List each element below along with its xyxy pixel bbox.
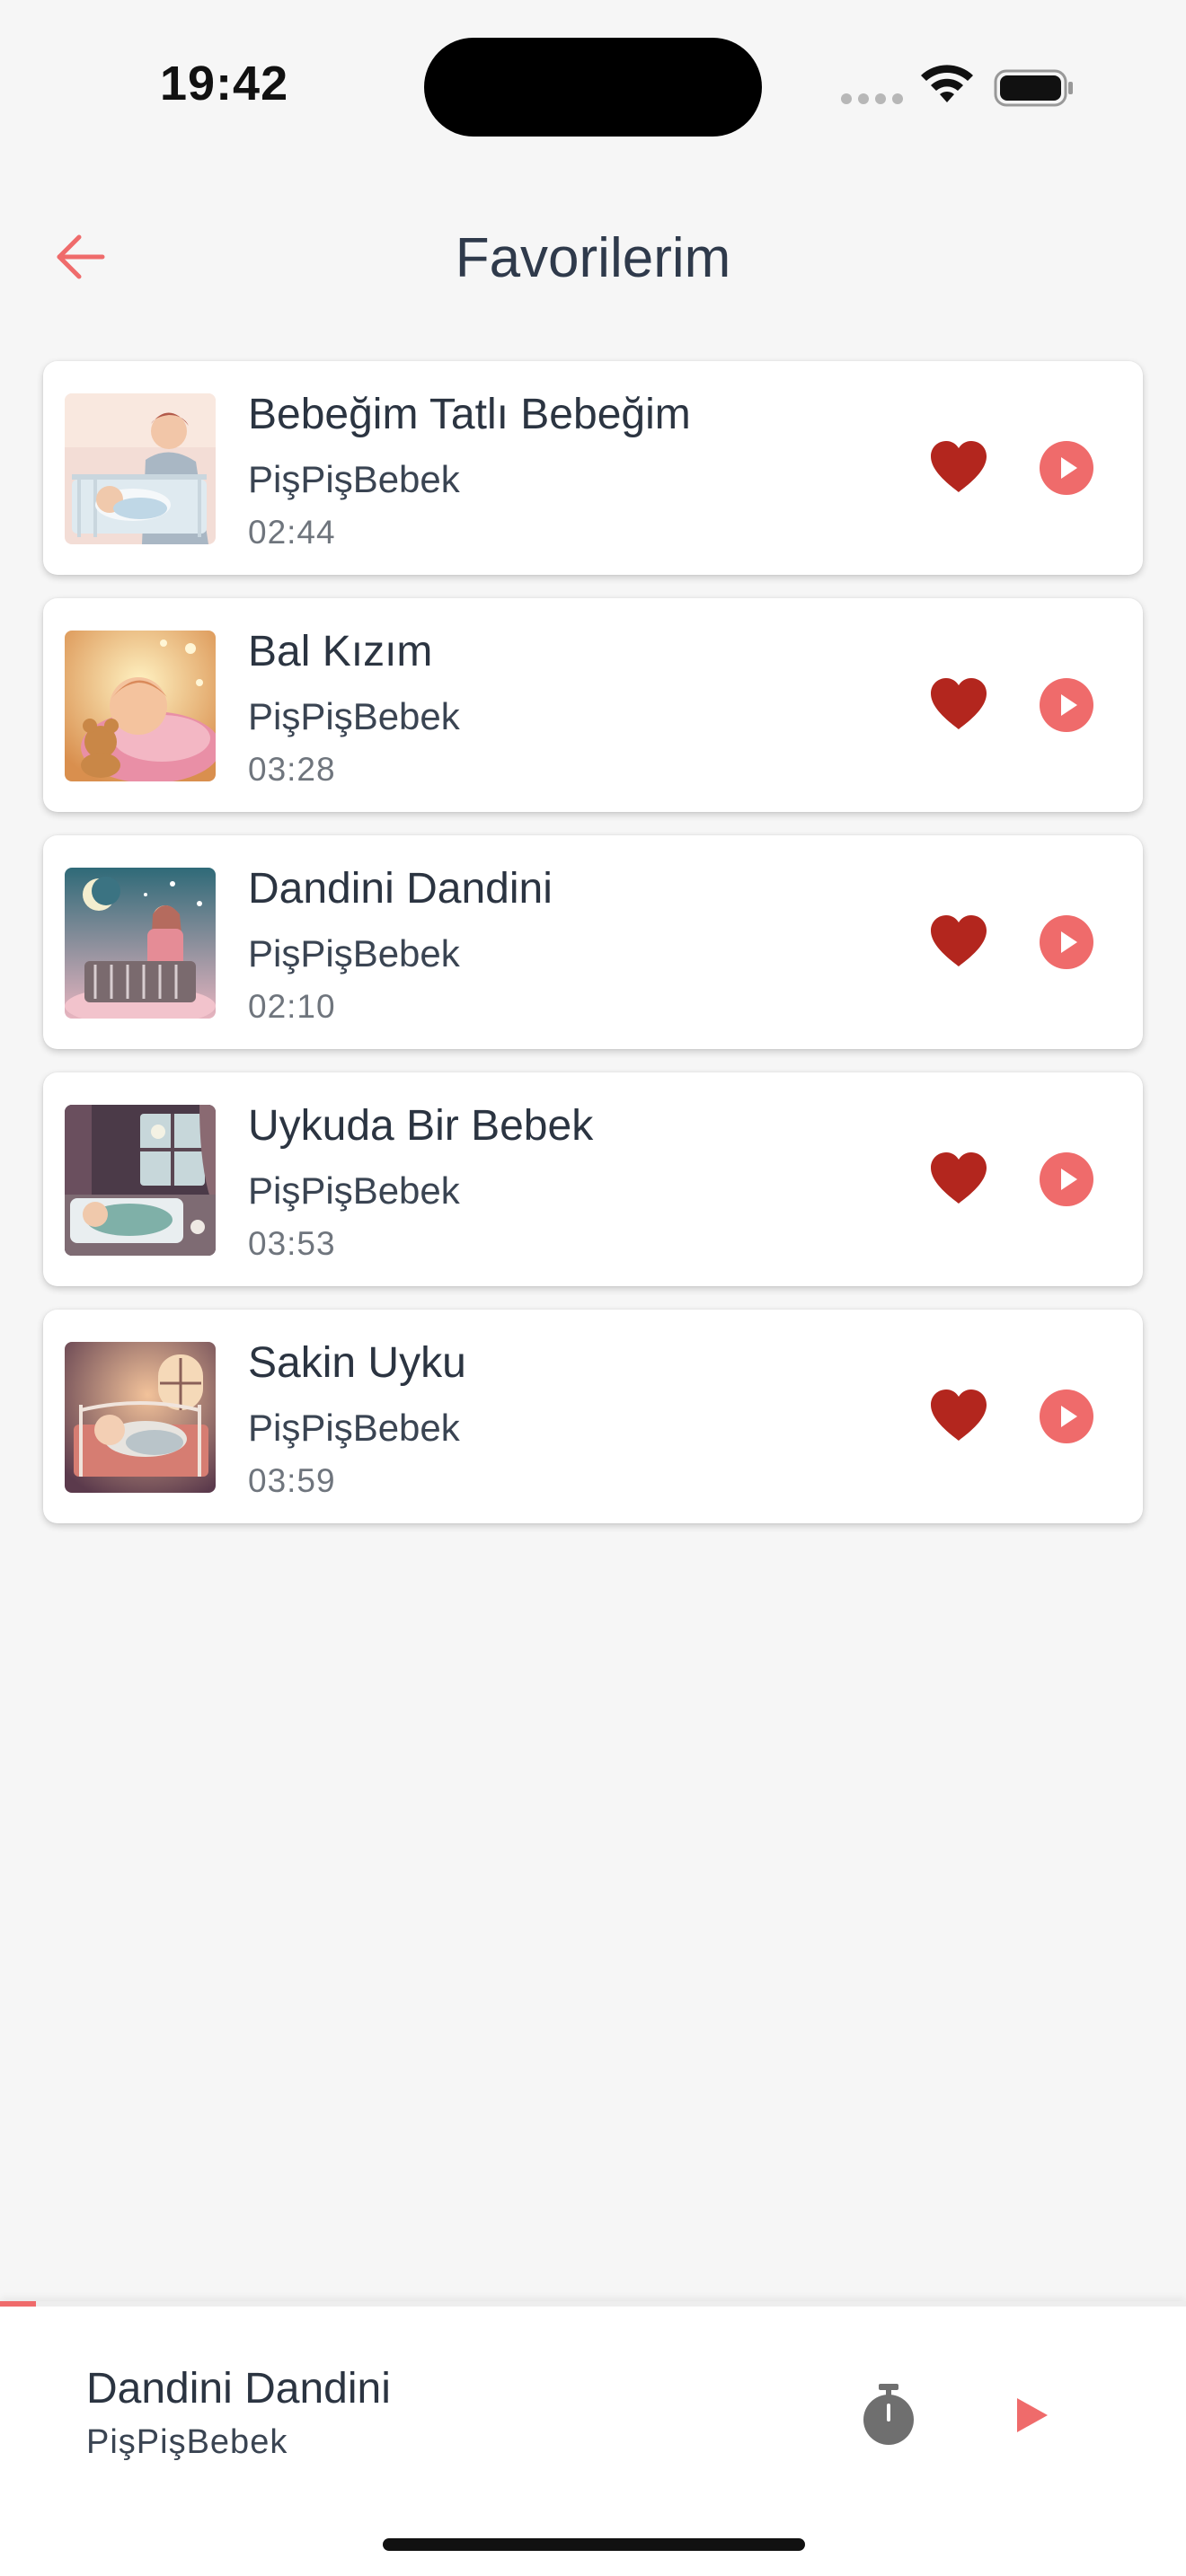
song-title: Bal Kızım [248, 628, 433, 675]
favorites-list: Bebeğim Tatlı Bebeğim PişPişBebek 02:44 [43, 361, 1143, 1547]
song-thumbnail [65, 868, 216, 1019]
play-circle-icon[interactable] [1039, 1151, 1094, 1207]
song-artist: PişPişBebek [248, 1407, 460, 1449]
baby-crib-room-illustration [65, 1342, 216, 1493]
favorite-heart-icon[interactable] [929, 914, 988, 968]
play-circle-icon[interactable] [1039, 677, 1094, 733]
mother-crib-illustration [65, 393, 216, 544]
favorite-heart-icon[interactable] [929, 440, 988, 494]
play-circle-icon[interactable] [1039, 914, 1094, 970]
playback-progress-fill [0, 2301, 36, 2307]
song-title: Uykuda Bir Bebek [248, 1102, 594, 1150]
sleeping-baby-bear-illustration [65, 631, 216, 781]
battery-icon [994, 69, 1073, 107]
song-card[interactable]: Uykuda Bir Bebek PişPişBebek 03:53 [43, 1072, 1143, 1286]
song-duration: 03:28 [248, 751, 336, 788]
song-card[interactable]: Bal Kızım PişPişBebek 03:28 [43, 598, 1143, 812]
song-artist: PişPişBebek [248, 932, 460, 975]
song-card[interactable]: Dandini Dandini PişPişBebek 02:10 [43, 835, 1143, 1049]
song-artist: PişPişBebek [248, 695, 460, 737]
song-duration: 03:59 [248, 1462, 336, 1499]
baby-window-illustration [65, 1105, 216, 1256]
song-thumbnail [65, 1342, 216, 1493]
status-time: 19:42 [160, 57, 289, 110]
home-indicator[interactable] [383, 2538, 805, 2551]
song-duration: 03:53 [248, 1225, 336, 1262]
song-card[interactable]: Sakin Uyku PişPişBebek 03:59 [43, 1310, 1143, 1523]
wifi-icon [921, 65, 973, 102]
play-circle-icon[interactable] [1039, 1389, 1094, 1444]
page-title: Favorilerim [455, 227, 731, 289]
song-card[interactable]: Bebeğim Tatlı Bebeğim PişPişBebek 02:44 [43, 361, 1143, 575]
status-bar: 19:42 [0, 0, 1186, 171]
song-thumbnail [65, 631, 216, 781]
cellular-dots-icon [841, 93, 903, 104]
night-lullaby-illustration [65, 868, 216, 1019]
play-icon[interactable] [1008, 2393, 1053, 2438]
song-artist: PişPişBebek [248, 1169, 460, 1212]
song-duration: 02:10 [248, 988, 336, 1025]
song-title: Bebeğim Tatlı Bebeğim [248, 391, 691, 438]
song-thumbnail [65, 393, 216, 544]
dynamic-island [424, 38, 762, 137]
stopwatch-icon[interactable] [861, 2382, 916, 2447]
song-artist: PişPişBebek [248, 458, 460, 500]
song-thumbnail [65, 1105, 216, 1256]
favorite-heart-icon[interactable] [929, 1151, 988, 1205]
song-title: Dandini Dandini [248, 865, 553, 913]
now-playing-artist: PişPişBebek [86, 2423, 288, 2461]
mini-player[interactable]: Dandini Dandini PişPişBebek [0, 2301, 1186, 2576]
now-playing-title: Dandini Dandini [86, 2365, 391, 2413]
playback-progress-bar[interactable] [0, 2301, 1186, 2307]
play-circle-icon[interactable] [1039, 440, 1094, 496]
song-duration: 02:44 [248, 514, 336, 551]
song-title: Sakin Uyku [248, 1339, 466, 1387]
favorite-heart-icon[interactable] [929, 1389, 988, 1442]
favorite-heart-icon[interactable] [929, 677, 988, 731]
